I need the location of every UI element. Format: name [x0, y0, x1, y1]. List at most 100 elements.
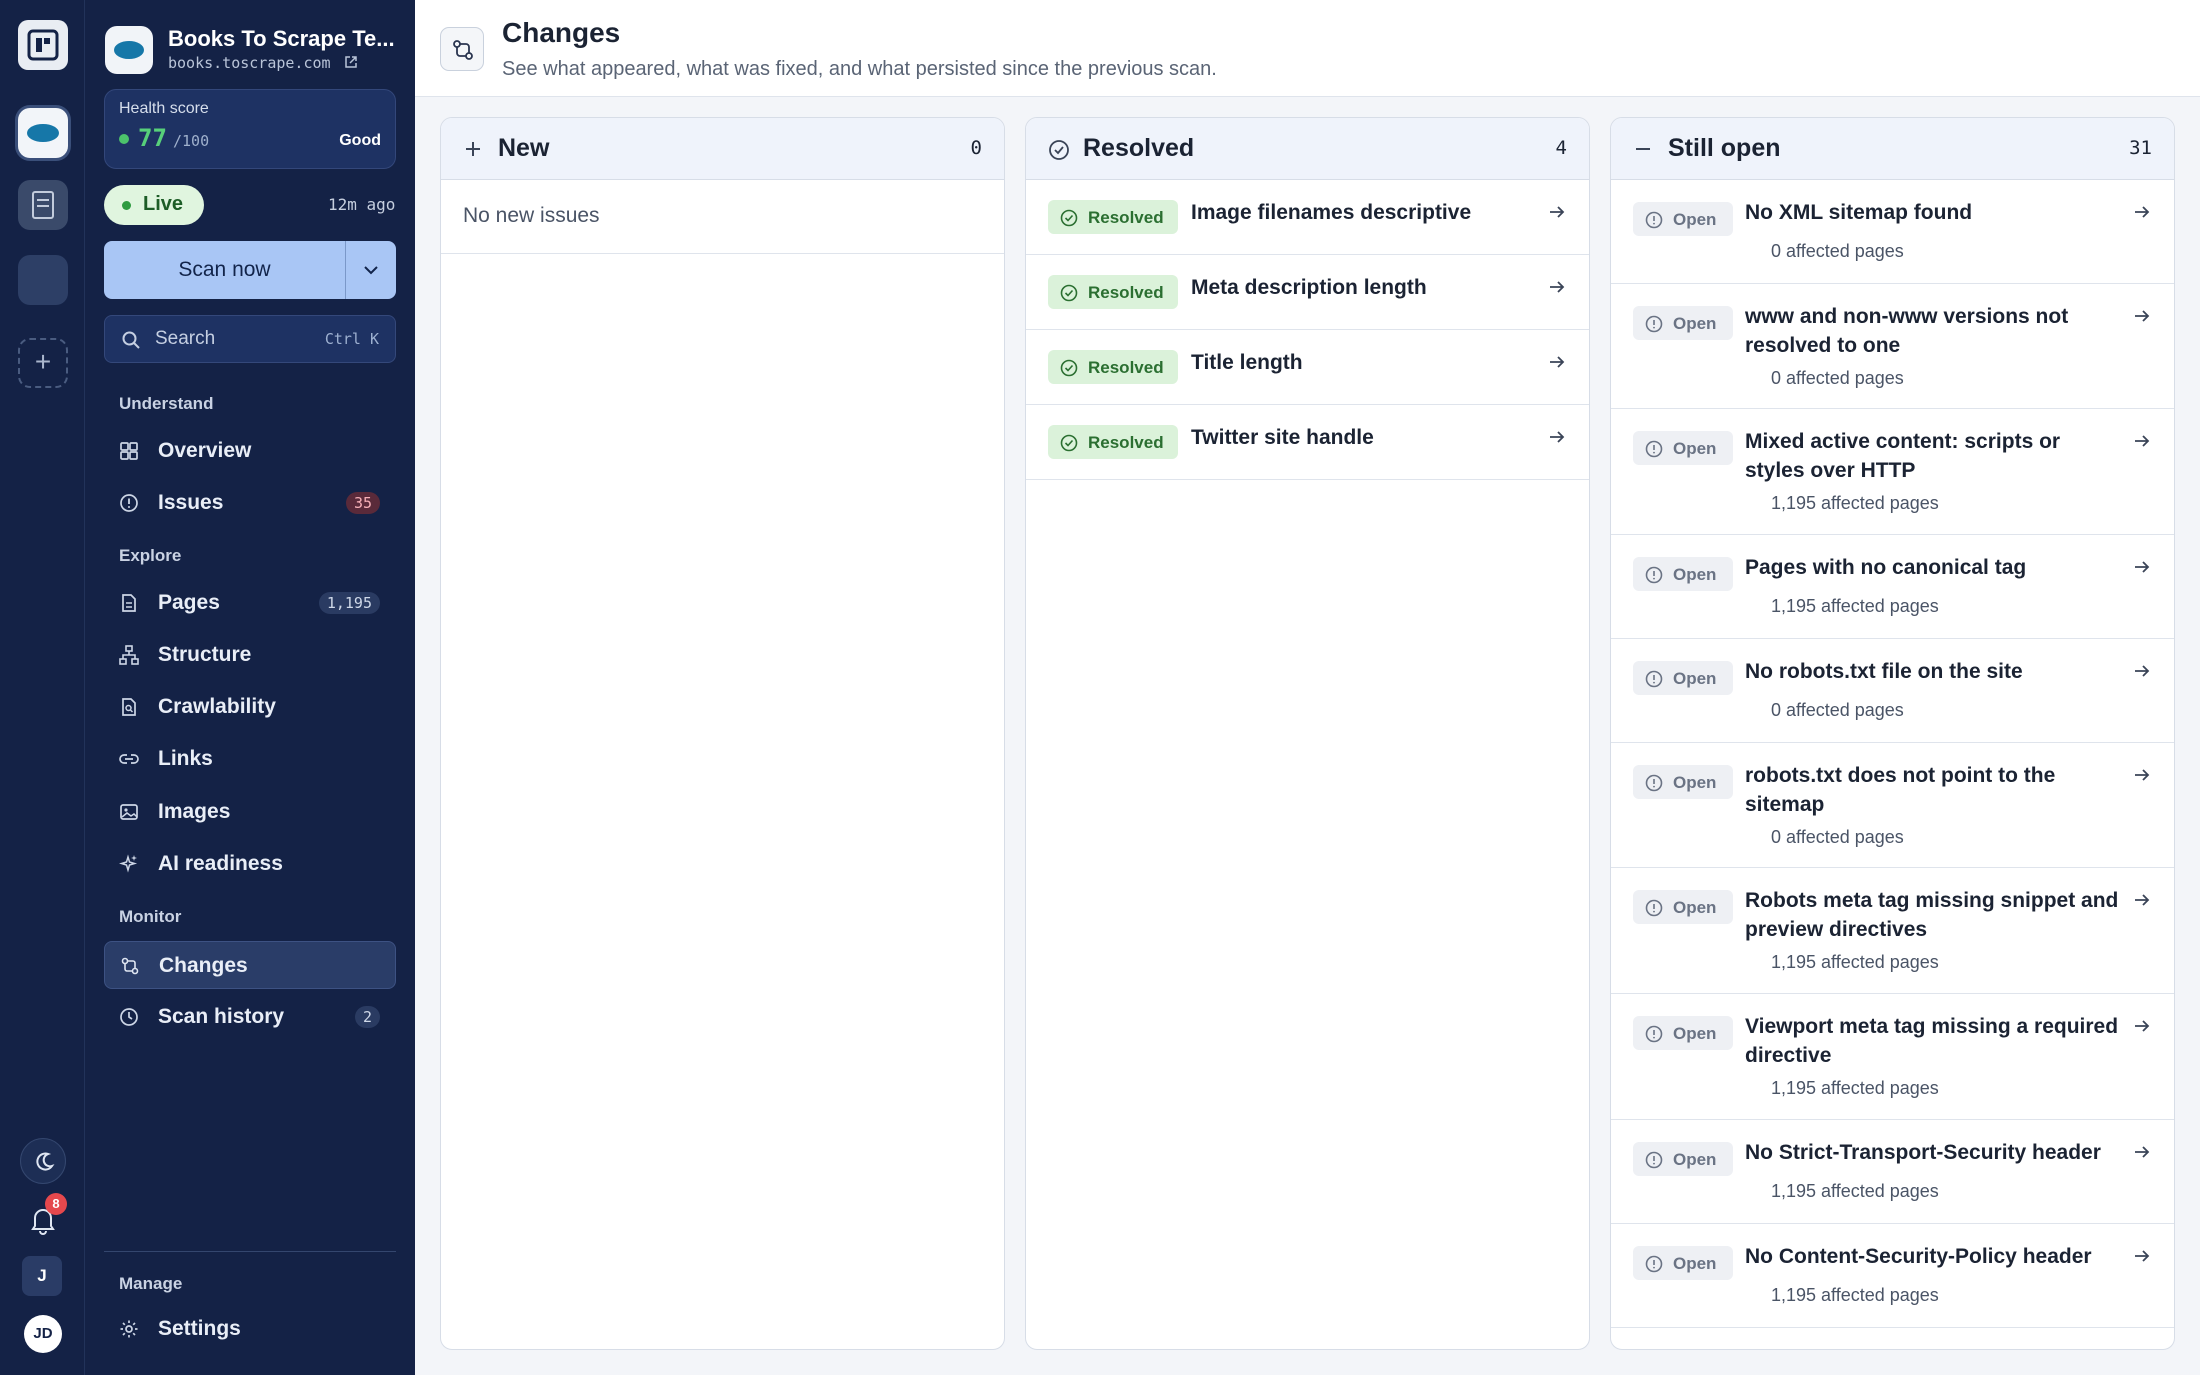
nav-changes[interactable]: Changes: [104, 941, 396, 989]
arrow-right-icon: [2135, 310, 2150, 322]
resolved-badge-label: Resolved: [1088, 358, 1164, 377]
alert-circle-icon: [1645, 1255, 1663, 1273]
section-explore: Explore: [119, 546, 182, 565]
open-issue-row[interactable]: Open Pages with no canonical tag 1,195 aff…: [1611, 535, 2174, 639]
app-logo[interactable]: [18, 20, 68, 70]
issue-title: robots.txt does not point to the sitemap: [1745, 764, 2056, 816]
open-issue-row[interactable]: Open No Strict-Transport-Security header 1…: [1611, 1120, 2174, 1224]
changes-header-icon: [440, 27, 484, 71]
search-icon: [122, 331, 140, 349]
external-link-icon: [344, 56, 357, 68]
nav-scan-history-label: Scan history: [158, 1005, 285, 1028]
site-switcher-3[interactable]: [18, 255, 68, 305]
search-shortcut: Ctrl K: [324, 330, 379, 348]
arrow-right-icon: [2135, 206, 2150, 218]
issue-title: Pages with no canonical tag: [1745, 556, 2027, 579]
open-badge-label: Open: [1673, 773, 1717, 792]
nav-overview[interactable]: Overview: [104, 427, 396, 475]
chevron-down-icon: [364, 266, 378, 275]
project-header[interactable]: Books To Scrape Te... books.toscrape.com: [105, 24, 405, 76]
section-understand: Understand: [119, 394, 214, 413]
open-issue-row[interactable]: Open robots.txt does not point to the sit…: [1611, 743, 2174, 868]
open-issue-row[interactable]: Open No robots.txt file on the site 0 affe…: [1611, 639, 2174, 743]
open-issue-row[interactable]: Open Viewport meta tag missing a required…: [1611, 994, 2174, 1120]
nav-pages-label: Pages: [158, 591, 220, 614]
arrow-right-icon: [2135, 894, 2150, 906]
issue-title: Meta description length: [1191, 276, 1427, 299]
project-url-link[interactable]: books.toscrape.com: [168, 54, 358, 72]
nav-ai-readiness[interactable]: AI readiness: [104, 840, 396, 888]
arrow-right-icon: [2135, 665, 2150, 677]
column-still-open-header: Still open 31: [1611, 118, 2174, 180]
open-issue-row[interactable]: Open Mixed active content: scripts or sty…: [1611, 409, 2174, 535]
scan-options-button[interactable]: [346, 241, 396, 299]
workspace-rail: + 8 J JD: [0, 0, 85, 1375]
affected-pages-count: 1,195 affected pages: [1771, 1285, 1939, 1305]
nav-overview-label: Overview: [158, 439, 252, 462]
resolved-issue-row[interactable]: Resolved Image filenames descriptive: [1026, 180, 1589, 255]
site-switcher-books[interactable]: [18, 108, 68, 158]
health-score-card[interactable]: Health score 77 /100 Good: [104, 89, 396, 169]
nav-links[interactable]: Links: [104, 735, 396, 783]
image-icon: [120, 804, 138, 820]
alert-circle-icon: [1645, 315, 1663, 333]
nav-images[interactable]: Images: [104, 788, 396, 836]
open-issue-row[interactable]: Open www and non-www versions not resolve…: [1611, 284, 2174, 409]
issue-title: Viewport meta tag missing a required dir…: [1745, 1015, 2119, 1067]
app-logo-icon: [27, 29, 59, 61]
arrow-right-icon: [2135, 1250, 2150, 1262]
nav-pages[interactable]: Pages 1,195: [104, 579, 396, 627]
check-circle-icon: [1060, 359, 1078, 377]
sidebar: Books To Scrape Te... books.toscrape.com…: [85, 0, 415, 1375]
open-issue-row[interactable]: Open No XML sitemap found 0 affected pages: [1611, 180, 2174, 284]
nav-issues[interactable]: Issues 35: [104, 479, 396, 527]
moon-icon: [36, 1152, 55, 1171]
nav-changes-label: Changes: [159, 954, 248, 977]
nav-crawlability-label: Crawlability: [158, 695, 276, 718]
live-status-badge: Live: [104, 185, 204, 225]
column-new-header: New 0: [441, 118, 1004, 180]
health-rating: Good: [339, 132, 381, 149]
affected-pages-count: 0 affected pages: [1771, 700, 1904, 720]
alert-circle-icon: [1645, 566, 1663, 584]
open-issue-row[interactable]: Open No Content-Security-Policy header 1,1…: [1611, 1224, 2174, 1328]
theme-toggle-button[interactable]: [20, 1138, 66, 1184]
issue-title: www and non-www versions not resolved to…: [1745, 305, 2069, 357]
sidebar-divider: [104, 1251, 396, 1252]
open-badge: Open: [1633, 1142, 1733, 1176]
resolved-issue-row[interactable]: Resolved Title length: [1026, 330, 1589, 405]
link-icon: [119, 754, 139, 764]
site-switcher-2[interactable]: [18, 180, 68, 230]
nav-settings-label: Settings: [158, 1317, 241, 1340]
open-badge-label: Open: [1673, 1150, 1717, 1169]
nav-settings[interactable]: Settings: [104, 1305, 396, 1353]
resolved-issue-row[interactable]: Resolved Twitter site handle: [1026, 405, 1589, 480]
scan-control: Scan now: [104, 241, 396, 299]
nav-crawlability[interactable]: Crawlability: [104, 683, 396, 731]
alert-circle-icon: [120, 494, 138, 512]
nav-scan-history[interactable]: Scan history 2: [104, 993, 396, 1041]
search-input[interactable]: Search Ctrl K: [104, 315, 396, 363]
scan-now-button[interactable]: Scan now: [104, 241, 345, 299]
sparkles-icon: [119, 854, 138, 873]
add-site-button[interactable]: +: [18, 338, 68, 388]
resolved-issue-row[interactable]: Resolved Meta description length: [1026, 255, 1589, 330]
alert-circle-icon: [1645, 774, 1663, 792]
document-icon: [122, 594, 136, 612]
user-avatar[interactable]: JD: [24, 1315, 62, 1353]
open-issue-row[interactable]: Open Robots meta tag missing snippet and …: [1611, 868, 2174, 994]
column-new-title: New: [498, 134, 550, 162]
open-badge: Open: [1633, 306, 1733, 340]
nav-structure-label: Structure: [158, 643, 252, 666]
nav-ai-readiness-label: AI readiness: [158, 852, 283, 875]
issue-title: Image filenames descriptive: [1191, 201, 1472, 224]
nav-structure[interactable]: Structure: [104, 631, 396, 679]
plus-icon: [466, 142, 480, 156]
site-books-icon: [27, 124, 59, 142]
open-badge-label: Open: [1673, 669, 1717, 688]
column-new: New 0 No new issues: [440, 117, 1005, 1350]
notification-count-badge: 8: [45, 1193, 67, 1215]
workspace-avatar[interactable]: J: [22, 1256, 62, 1296]
sitemap-icon: [119, 645, 139, 665]
section-monitor: Monitor: [119, 907, 182, 926]
